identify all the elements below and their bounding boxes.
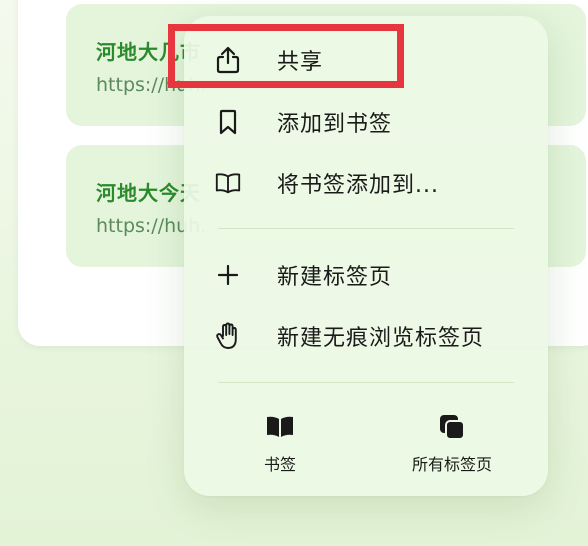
menu-divider xyxy=(218,382,514,383)
bookmark-icon xyxy=(214,108,242,136)
share-highlight-box xyxy=(168,24,404,88)
bookmarks-book-icon xyxy=(264,412,296,442)
open-book-icon xyxy=(214,169,242,197)
menu-item-label: 新建标签页 xyxy=(277,265,393,290)
tabs-stack-icon xyxy=(436,412,468,442)
bookmarks-button[interactable]: 书签 xyxy=(190,412,370,482)
menu-item-label: 将书签添加到... xyxy=(277,173,439,198)
menu-item-new-private-tab[interactable]: 新建无痕浏览标签页 xyxy=(184,306,548,366)
bookmarks-label: 书签 xyxy=(263,455,296,474)
menu-item-add-bookmark-to[interactable]: 将书签添加到... xyxy=(184,153,548,213)
menu-item-label: 新建无痕浏览标签页 xyxy=(277,326,485,351)
menu-item-new-tab[interactable]: 新建标签页 xyxy=(184,245,548,305)
menu-divider xyxy=(218,228,514,229)
hand-icon xyxy=(214,322,242,350)
menu-item-add-bookmark[interactable]: 添加到书签 xyxy=(184,92,548,152)
context-menu: 共享 添加到书签 将书签添加到... 新建标签页 新建无痕浏览标签页 书签 所有… xyxy=(184,16,548,496)
all-tabs-button[interactable]: 所有标签页 xyxy=(362,412,542,482)
plus-icon xyxy=(214,261,242,289)
all-tabs-label: 所有标签页 xyxy=(411,455,492,474)
menu-item-label: 添加到书签 xyxy=(277,112,393,137)
